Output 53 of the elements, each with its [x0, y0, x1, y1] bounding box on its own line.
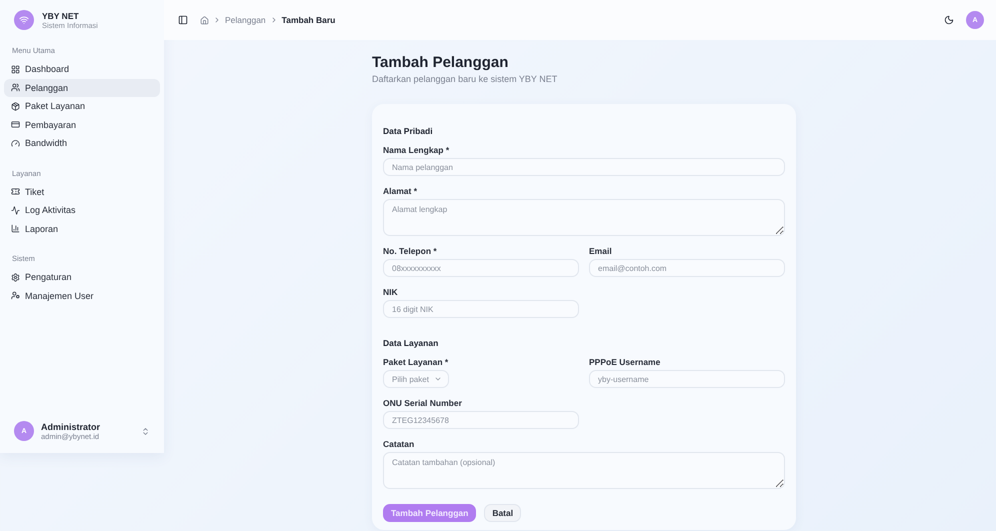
user-gear-icon: [11, 291, 20, 300]
moon-icon[interactable]: [944, 15, 954, 25]
text-area[interactable]: Catatan tambahan (opsional): [383, 452, 785, 489]
sidebar-item[interactable]: Paket Layanan: [4, 97, 160, 116]
input-field[interactable]: 08xxxxxxxxxx: [383, 259, 579, 277]
field-label: Nama Lengkap *: [383, 145, 450, 155]
field-label: NIK: [383, 287, 398, 297]
sidebar-item[interactable]: Bandwidth: [4, 134, 160, 152]
sidebar-item[interactable]: Pengaturan: [4, 268, 160, 286]
pulse-icon: [11, 206, 20, 215]
field-label: No. Telepon *: [383, 246, 437, 256]
field-label: PPPoE Username: [589, 357, 660, 367]
field-label: Email: [589, 246, 612, 256]
input-field[interactable]: email@contoh.com: [589, 259, 785, 277]
settings-icon: [11, 272, 20, 282]
sidebar-item[interactable]: Pembayaran: [4, 116, 160, 134]
user-name: Administrator: [41, 422, 102, 432]
section-title: Data Layanan: [383, 338, 440, 348]
field-label: ONU Serial Number: [383, 398, 462, 408]
page-title: Tambah Pelanggan: [372, 54, 510, 71]
text-area[interactable]: Alamat lengkap: [383, 199, 785, 236]
box-icon: [11, 102, 20, 111]
section-title: Data Pribadi: [383, 126, 434, 136]
field-label: Paket Layanan *: [383, 357, 448, 367]
sidebar-item[interactable]: Pelanggan: [4, 78, 160, 97]
input-field[interactable]: yby-username: [589, 370, 785, 388]
field-label: Catatan: [383, 439, 414, 449]
users-icon: [11, 83, 20, 92]
expand-icon[interactable]: [141, 426, 150, 436]
sidebar-toggle-icon[interactable]: [178, 15, 188, 25]
home-icon[interactable]: [200, 16, 209, 24]
page-subtitle: Daftarkan pelanggan baru ke sistem YBY NET: [372, 74, 558, 84]
chevron-icon: [213, 16, 221, 24]
grid-icon: [11, 64, 20, 74]
input-field[interactable]: Nama pelanggan: [383, 158, 785, 176]
field-label: Alamat *: [383, 186, 418, 196]
input-field[interactable]: ZTEG12345678: [383, 411, 579, 429]
sidebar-item[interactable]: Tiket: [4, 182, 160, 201]
card-icon: [11, 120, 20, 130]
breadcrumb-item[interactable]: Pelanggan: [225, 15, 266, 25]
sidebar-item[interactable]: Dashboard: [4, 60, 160, 78]
brand-name: YBY NET: [42, 10, 80, 20]
input-field[interactable]: 16 digit NIK: [383, 300, 579, 318]
wifi-logo-icon: [14, 10, 34, 30]
sidebar-item[interactable]: Manajemen User: [4, 286, 160, 305]
sidebar-item[interactable]: Log Aktivitas: [4, 201, 160, 220]
cancel-button[interactable]: Batal: [484, 504, 522, 522]
gauge-icon: [11, 138, 20, 148]
sidebar-item[interactable]: Laporan: [4, 220, 160, 238]
bar-chart-icon: [11, 224, 20, 234]
breadcrumb-item[interactable]: Tambah Baru: [282, 15, 336, 25]
ticket-icon: [11, 187, 20, 196]
caret-icon: [434, 375, 442, 383]
